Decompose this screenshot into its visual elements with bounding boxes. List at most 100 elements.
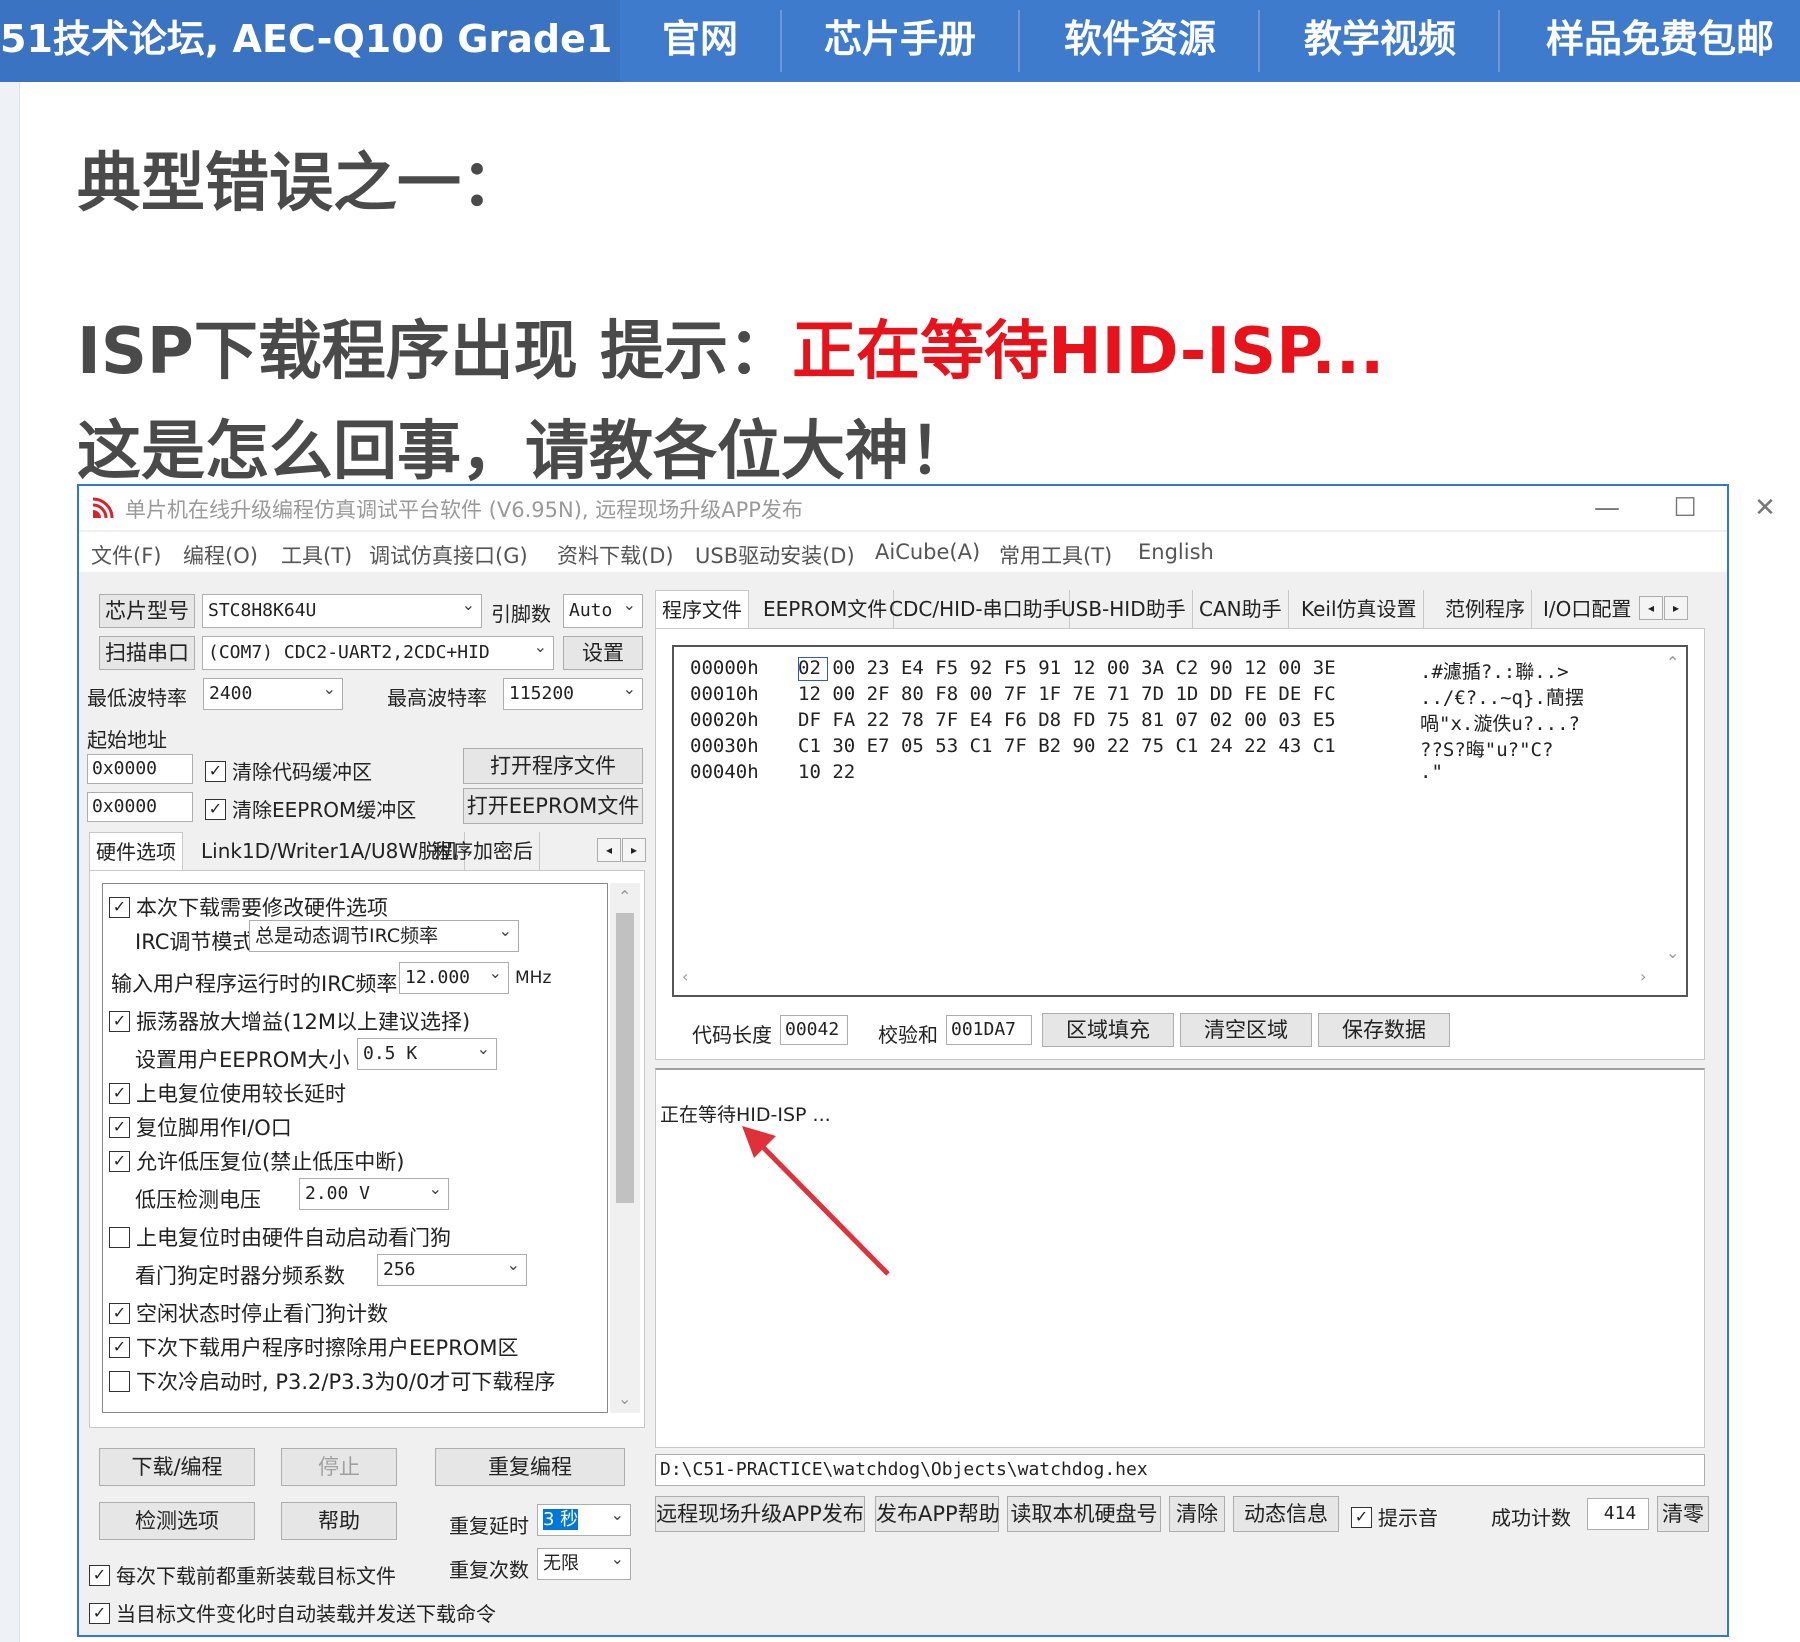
scroll-up-icon[interactable]: ⌃ (618, 887, 631, 906)
scan-port-button[interactable]: 扫描串口 (99, 636, 195, 670)
pins-select[interactable]: Auto ⌄ (563, 594, 643, 628)
tab-examples[interactable]: 范例程序 (1439, 590, 1532, 630)
tab-scroll-left-icon[interactable]: ◂ (1639, 596, 1663, 620)
reset-count-button[interactable]: 清零 (1657, 1496, 1709, 1532)
clear-eeprom-checkbox[interactable]: ✓ 清除EEPROM缓冲区 (205, 794, 416, 823)
menu-file[interactable]: 文件(F) (91, 540, 161, 570)
nav-videos[interactable]: 教学视频 (1280, 0, 1480, 82)
dynamic-info-button[interactable]: 动态信息 (1233, 1496, 1339, 1532)
tab-scroll-left-icon[interactable]: ◂ (597, 838, 621, 862)
read-disk-id-button[interactable]: 读取本机硬盘号 (1007, 1496, 1161, 1532)
chip-model-select[interactable]: STC8H8K64U ⌄ (202, 594, 482, 628)
save-data-button[interactable]: 保存数据 (1318, 1013, 1450, 1047)
app-help-button[interactable]: 发布APP帮助 (875, 1496, 1000, 1532)
option-hardware-watchdog[interactable]: 上电复位时由硬件自动启动看门狗 (109, 1222, 451, 1252)
tab-usb-hid[interactable]: USB-HID助手 (1055, 590, 1193, 630)
eeprom-size-select[interactable]: 0.5 K ⌄ (357, 1038, 497, 1070)
close-icon[interactable]: ✕ (1735, 490, 1795, 526)
site-slogan[interactable]: 51技术论坛, AEC-Q100 Grade1 (0, 0, 620, 82)
irc-frequency-value: 12.000 (405, 967, 471, 988)
nav-software[interactable]: 软件资源 (1040, 0, 1240, 82)
irc-frequency-input[interactable]: 12.000 ⌄ (399, 962, 509, 994)
open-eeprom-file-button[interactable]: 打开EEPROM文件 (463, 788, 643, 824)
pins-label: 引脚数 (491, 602, 551, 626)
minimize-button[interactable]: — (1577, 490, 1637, 526)
watchdog-prescaler-select[interactable]: 256 ⌄ (377, 1254, 527, 1286)
tab-hardware-options[interactable]: 硬件选项 (89, 832, 183, 872)
open-program-file-button[interactable]: 打开程序文件 (463, 748, 643, 784)
option-idle-stop-watchdog[interactable]: ✓ 空闲状态时停止看门狗计数 (109, 1298, 388, 1328)
scrollbar-thumb[interactable] (616, 913, 634, 1203)
right-tab-bar: 程序文件 EEPROM文件 CDC/HID-串口助手 USB-HID助手 CAN… (655, 590, 1705, 630)
scroll-right-icon[interactable]: › (1640, 967, 1646, 986)
nav-free-samples[interactable]: 样品免费包邮 (1530, 0, 1790, 82)
tab-encryption[interactable]: 程序加密后 (427, 832, 540, 872)
scroll-down-icon[interactable]: ⌄ (618, 1389, 631, 1408)
hex-editor[interactable]: 00000h 02 00 23 E4 F5 92 F5 91 12 00 3A … (672, 645, 1688, 997)
tab-keil-simulation[interactable]: Keil仿真设置 (1295, 590, 1424, 630)
checkbox-unchecked-icon (109, 1226, 130, 1248)
options-scrollbar[interactable]: ⌃ ⌄ (610, 883, 640, 1413)
scroll-left-icon[interactable]: ‹ (682, 967, 688, 986)
nav-official-site[interactable]: 官网 (640, 0, 760, 82)
chevron-down-icon: ⌄ (506, 1255, 520, 1274)
tab-scroll-right-icon[interactable]: ▸ (622, 838, 646, 862)
tab-link1d-writer[interactable]: Link1D/Writer1A/U8W脱机 (195, 832, 466, 872)
post-heading-3: 这是怎么回事，请教各位大神！ (77, 415, 973, 489)
min-baud-select[interactable]: 2400 ⌄ (203, 678, 343, 710)
maximize-button[interactable]: ☐ (1655, 490, 1715, 526)
code-start-address-input[interactable]: 0x0000 (87, 754, 193, 784)
option-oscillator-gain[interactable]: ✓ 振荡器放大增益(12M以上建议选择) (109, 1006, 470, 1036)
clear-log-button[interactable]: 清除 (1169, 1496, 1225, 1532)
reprogram-button[interactable]: 重复编程 (435, 1448, 625, 1486)
program-file-panel: 00000h 02 00 23 E4 F5 92 F5 91 12 00 3A … (655, 628, 1705, 1060)
repeat-count-select[interactable]: 无限 ⌄ (537, 1548, 631, 1580)
repeat-delay-select[interactable]: 3 秒 ⌄ (537, 1504, 631, 1536)
menu-tools[interactable]: 工具(T) (281, 540, 352, 570)
option-erase-eeprom[interactable]: ✓ 下次下载用户程序时擦除用户EEPROM区 (109, 1332, 518, 1362)
option-p32-p33-download[interactable]: 下次冷启动时, P3.2/P3.3为0/0才可下载程序 (109, 1366, 555, 1396)
menu-common-tools[interactable]: 常用工具(T) (999, 540, 1112, 570)
stop-button[interactable]: 停止 (281, 1448, 397, 1486)
tab-scroll-right-icon[interactable]: ▸ (1664, 596, 1688, 620)
scroll-up-icon[interactable]: ⌃ (1666, 653, 1679, 672)
chip-model-button[interactable]: 芯片型号 (99, 594, 195, 628)
download-program-button[interactable]: 下载/编程 (99, 1448, 255, 1486)
nav-datasheet[interactable]: 芯片手册 (800, 0, 1000, 82)
nav-separator (1018, 10, 1020, 72)
tab-io-config[interactable]: I/O口配置 (1537, 590, 1633, 630)
clear-area-button[interactable]: 清空区域 (1180, 1013, 1312, 1047)
window-titlebar[interactable]: 单片机在线升级编程仿真调试平台软件 (V6.95N), 远程现场升级APP发布 … (79, 486, 1776, 530)
tab-can[interactable]: CAN助手 (1193, 590, 1289, 630)
scroll-down-icon[interactable]: ⌄ (1666, 943, 1679, 962)
irc-mode-select[interactable]: 总是动态调节IRC频率 ⌄ (249, 920, 519, 952)
option-reset-pin-io[interactable]: ✓ 复位脚用作I/O口 (109, 1112, 292, 1142)
port-select[interactable]: (COM7) CDC2-UART2,2CDC+HID ⌄ (202, 636, 554, 670)
menu-aicube[interactable]: AiCube(A) (875, 540, 980, 564)
menu-program[interactable]: 编程(O) (183, 540, 258, 570)
option-low-voltage-reset[interactable]: ✓ 允许低压复位(禁止低压中断) (109, 1146, 404, 1176)
tab-cdc-hid-serial[interactable]: CDC/HID-串口助手 (883, 590, 1070, 630)
clear-code-checkbox[interactable]: ✓ 清除代码缓冲区 (205, 756, 372, 785)
reload-each-checkbox[interactable]: ✓ 每次下载前都重新装载目标文件 (89, 1560, 396, 1589)
eeprom-start-address-input[interactable]: 0x0000 (87, 792, 193, 822)
check-options-button[interactable]: 检测选项 (99, 1502, 255, 1540)
menu-usb-driver[interactable]: USB驱动安装(D) (695, 540, 855, 570)
sound-checkbox[interactable]: ✓ 提示音 (1351, 1502, 1438, 1531)
auto-reload-checkbox[interactable]: ✓ 当目标文件变化时自动装载并发送下载命令 (89, 1598, 496, 1627)
tab-program-file[interactable]: 程序文件 (655, 590, 749, 630)
file-path-field[interactable]: D:\C51-PRACTICE\watchdog\Objects\watchdo… (655, 1454, 1705, 1486)
menu-english[interactable]: English (1138, 540, 1214, 564)
option-long-reset-delay[interactable]: ✓ 上电复位使用较长延时 (109, 1078, 346, 1108)
tab-eeprom-file[interactable]: EEPROM文件 (757, 590, 895, 630)
max-baud-select[interactable]: 115200 ⌄ (503, 678, 643, 710)
low-voltage-select[interactable]: 2.00 V ⌄ (299, 1178, 449, 1210)
menu-debug[interactable]: 调试仿真接口(G) (369, 540, 528, 570)
option-modify-hardware[interactable]: ✓ 本次下载需要修改硬件选项 (109, 892, 388, 922)
menu-download[interactable]: 资料下载(D) (557, 540, 674, 570)
settings-button[interactable]: 设置 (563, 636, 643, 670)
output-log[interactable]: 正在等待HID-ISP ... (655, 1068, 1705, 1448)
fill-area-button[interactable]: 区域填充 (1042, 1013, 1174, 1047)
help-button[interactable]: 帮助 (281, 1502, 397, 1540)
remote-upgrade-app-button[interactable]: 远程现场升级APP发布 (655, 1496, 865, 1532)
